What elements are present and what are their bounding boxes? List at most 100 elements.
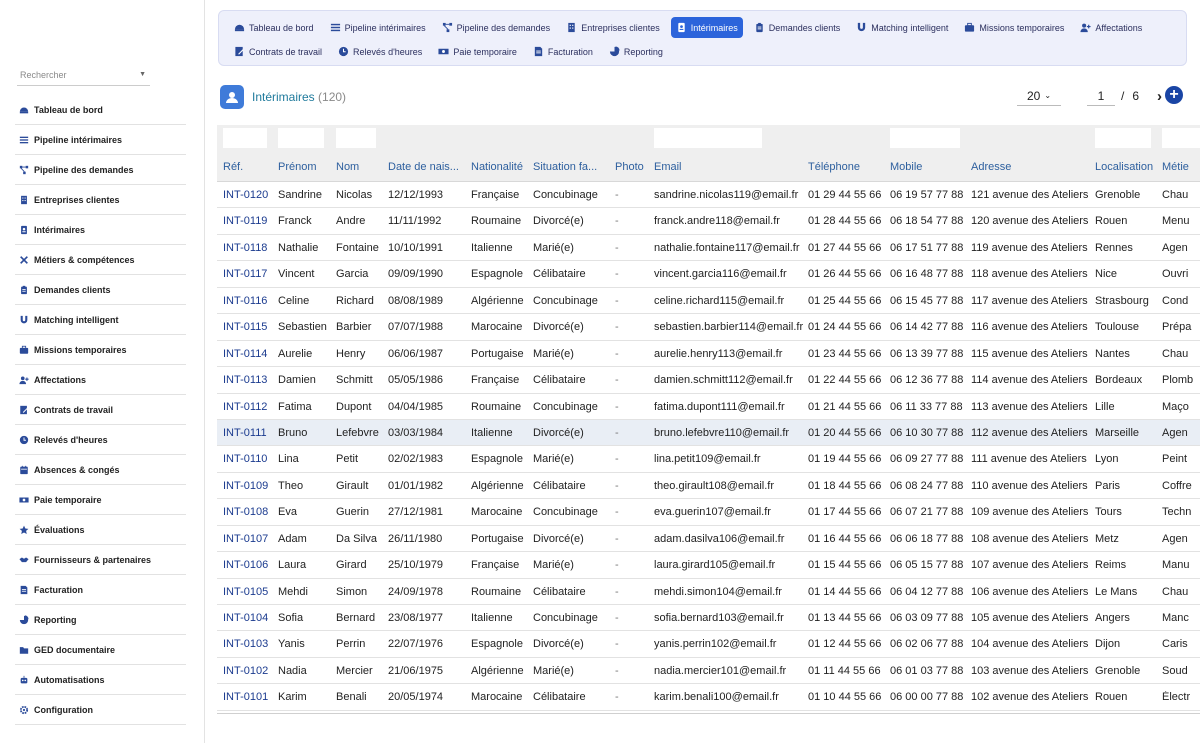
table-row[interactable]: INT-0107 Adam Da Silva 26/11/1980 Portugaise… [217,525,1200,553]
sidebar-item-affectations[interactable]: Affectations [15,365,186,395]
record-ref-link[interactable]: INT-0120 [223,189,275,201]
column-header-mobile[interactable]: Mobile [890,161,968,173]
column-filter-input[interactable] [654,128,762,148]
record-ref-link[interactable]: INT-0117 [223,268,275,280]
table-row[interactable]: INT-0113 Damien Schmitt 05/05/1986 Française… [217,367,1200,394]
tab-reporting[interactable]: Reporting [604,41,668,62]
sidebar-item-contrats-de-travail[interactable]: Contrats de travail [15,395,186,425]
tab-entreprises-clientes[interactable]: Entreprises clientes [561,17,665,38]
table-row[interactable]: INT-0110 Lina Petit 02/02/1983 Espagnole Mari… [217,446,1200,473]
column-header-situation-fa[interactable]: Situation fa... [533,161,611,173]
table-row[interactable]: INT-0114 Aurelie Henry 06/06/1987 Portugaise… [217,340,1200,368]
chevron-right-icon[interactable]: › [1157,88,1162,105]
table-row[interactable]: INT-0111 Bruno Lefebvre 03/03/1984 Italienne… [217,419,1200,447]
table-row[interactable]: INT-0101 Karim Benali 20/05/1974 Marocaine Cé… [217,684,1200,711]
column-header-nom[interactable]: Nom [336,161,384,173]
column-filter-input[interactable] [890,128,960,148]
tab-contrats-de-travail[interactable]: Contrats de travail [229,41,327,62]
column-header-telephone[interactable]: Téléphone [808,161,886,173]
tab-interimaires[interactable]: Intérimaires [670,17,743,38]
sidebar-item-paie-temporaire[interactable]: Paie temporaire [15,485,186,515]
column-header-date-de-nais[interactable]: Date de nais... [388,161,466,173]
tab-facturation[interactable]: Facturation [528,41,598,62]
tab-pipeline-interimaires[interactable]: Pipeline intérimaires [325,17,431,38]
sidebar-item-automatisations[interactable]: Automatisations [15,665,186,695]
table-row[interactable]: INT-0103 Yanis Perrin 22/07/1976 Espagnole Di… [217,631,1200,658]
record-ref-link[interactable]: INT-0102 [223,665,275,677]
record-ref-link[interactable]: INT-0114 [223,348,275,360]
sidebar-item-pipeline-interimaires[interactable]: Pipeline intérimaires [15,125,186,155]
record-ref-link[interactable]: INT-0110 [223,453,275,465]
record-ref-link[interactable]: INT-0115 [223,321,275,333]
sidebar-item-evaluations[interactable]: Évaluations [15,515,186,545]
column-filter-input[interactable] [278,128,324,148]
table-row[interactable]: INT-0104 Sofia Bernard 23/08/1977 Italienne C… [217,605,1200,632]
sidebar-item-configuration[interactable]: Configuration [15,695,186,725]
sidebar-item-matching-intelligent[interactable]: Matching intelligent [15,305,186,335]
record-ref-link[interactable]: INT-0119 [223,215,275,227]
record-ref-link[interactable]: INT-0112 [223,401,275,413]
column-header-ref[interactable]: Réf. [223,161,275,173]
add-button[interactable]: + [1165,86,1183,104]
record-ref-link[interactable]: INT-0107 [223,533,275,545]
current-page-input[interactable]: 1 [1087,86,1115,106]
column-filter-input[interactable] [1162,128,1200,148]
record-ref-link[interactable]: INT-0113 [223,374,275,386]
column-filter-input[interactable] [336,128,376,148]
record-ref-link[interactable]: INT-0111 [223,427,275,439]
sidebar-item-tableau-de-bord[interactable]: Tableau de bord [15,95,186,125]
record-ref-link[interactable]: INT-0104 [223,612,275,624]
table-row[interactable]: INT-0108 Eva Guerin 27/12/1981 Marocaine Conc… [217,499,1200,526]
column-header-metie[interactable]: Métie [1162,161,1200,173]
table-row[interactable]: INT-0117 Vincent Garcia 09/09/1990 Espagnole… [217,261,1200,288]
table-row[interactable]: INT-0118 Nathalie Fontaine 10/10/1991 Italie… [217,234,1200,262]
column-header-localisation[interactable]: Localisation [1095,161,1159,173]
sidebar-item-ged-documentaire[interactable]: GED documentaire [15,635,186,665]
record-ref-link[interactable]: INT-0118 [223,242,275,254]
sidebar-item-entreprises-clientes[interactable]: Entreprises clientes [15,185,186,215]
table-row[interactable]: INT-0116 Celine Richard 08/08/1989 Algérienn… [217,287,1200,315]
sidebar-item-facturation[interactable]: Facturation [15,575,186,605]
column-header-email[interactable]: Email [654,161,804,173]
column-header-adresse[interactable]: Adresse [971,161,1091,173]
sidebar-item-absences-conges[interactable]: Absences & congés [15,455,186,485]
record-ref-link[interactable]: INT-0116 [223,295,275,307]
record-ref-link[interactable]: INT-0106 [223,559,275,571]
sidebar-item-fournisseurs-partenaires[interactable]: Fournisseurs & partenaires [15,545,186,575]
tab-demandes-clients[interactable]: Demandes clients [749,17,846,38]
sidebar-item-reporting[interactable]: Reporting [15,605,186,635]
table-row[interactable]: INT-0112 Fatima Dupont 04/04/1985 Roumaine Co… [217,393,1200,420]
table-row[interactable]: INT-0120 Sandrine Nicolas 12/12/1993 Françai… [217,182,1200,209]
tab-matching-intelligent[interactable]: Matching intelligent [851,17,953,38]
tab-tableau-de-bord[interactable]: Tableau de bord [229,17,319,38]
record-ref-link[interactable]: INT-0105 [223,586,275,598]
sidebar-item-pipeline-des-demandes[interactable]: Pipeline des demandes [15,155,186,185]
record-ref-link[interactable]: INT-0108 [223,506,275,518]
sidebar-item-missions-temporaires[interactable]: Missions temporaires [15,335,186,365]
tab-pipeline-des-demandes[interactable]: Pipeline des demandes [437,17,556,38]
sidebar-item-metiers-competences[interactable]: Métiers & compétences [15,245,186,275]
tab-releves-d-heures[interactable]: Relevés d'heures [333,41,427,62]
column-header-prenom[interactable]: Prénom [278,161,333,173]
sidebar-search-input[interactable]: Rechercher ▼ [17,66,150,86]
record-ref-link[interactable]: INT-0109 [223,480,275,492]
column-filter-input[interactable] [1095,128,1151,148]
column-header-nationalite[interactable]: Nationalité [471,161,529,173]
column-filter-input[interactable] [223,128,267,148]
table-row[interactable]: INT-0106 Laura Girard 25/10/1979 Française Ma… [217,552,1200,579]
chevron-down-icon[interactable]: ▼ [139,71,146,78]
table-row[interactable]: INT-0102 Nadia Mercier 21/06/1975 Algérienne… [217,657,1200,685]
sidebar-item-demandes-clients[interactable]: Demandes clients [15,275,186,305]
tab-missions-temporaires[interactable]: Missions temporaires [959,17,1069,38]
table-row[interactable]: INT-0119 Franck Andre 11/11/1992 Roumaine Div… [217,208,1200,235]
tab-affectations[interactable]: Affectations [1075,17,1147,38]
record-ref-link[interactable]: INT-0101 [223,691,275,703]
table-row[interactable]: INT-0109 Theo Girault 01/01/1982 Algérienne C… [217,472,1200,500]
page-size-select[interactable]: 20 ⌄ [1017,86,1061,106]
sidebar-item-releves-d-heures[interactable]: Relevés d'heures [15,425,186,455]
sidebar-item-interimaires[interactable]: Intérimaires [15,215,186,245]
tab-paie-temporaire[interactable]: Paie temporaire [433,41,522,62]
column-header-photo[interactable]: Photo [615,161,651,173]
table-row[interactable]: INT-0105 Mehdi Simon 24/09/1978 Roumaine Céli… [217,578,1200,605]
table-row[interactable]: INT-0115 Sebastien Barbier 07/07/1988 Maroca… [217,314,1200,341]
